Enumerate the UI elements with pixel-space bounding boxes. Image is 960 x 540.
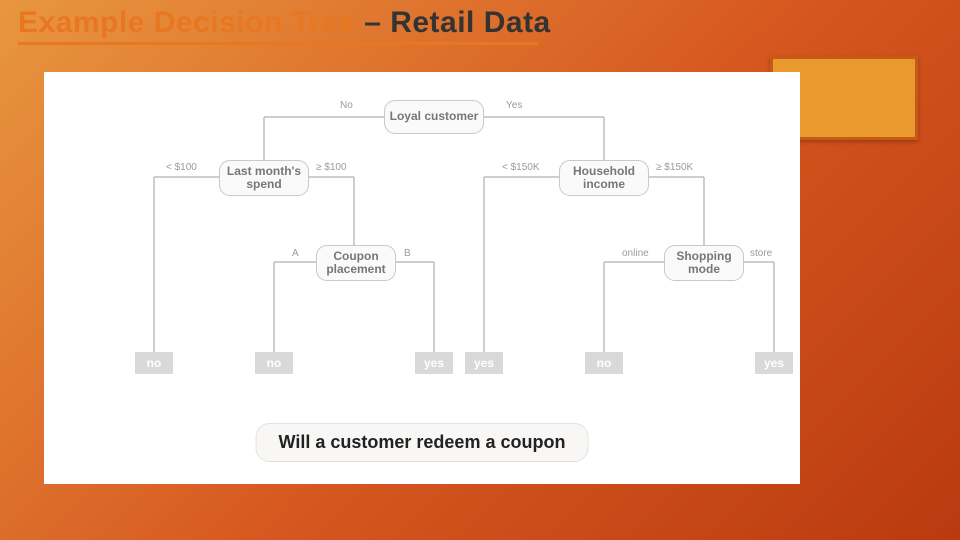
node-root: Loyal customer [384, 100, 484, 134]
node-income: Household income [559, 160, 649, 196]
leaf-income-yes: yes [465, 352, 503, 374]
leaf-coupon-a-no: no [255, 352, 293, 374]
edge-mode-store: store [750, 248, 772, 259]
leaf-coupon-b-yes: yes [415, 352, 453, 374]
leaf-mode-store-yes: yes [755, 352, 793, 374]
slide: Example Decision Tree – Retail Data [0, 0, 960, 540]
decision-tree: Loyal customer No Yes Last month's spend… [44, 72, 800, 484]
edge-root-no: No [340, 100, 353, 111]
title-sep: – [364, 6, 390, 39]
title-main: Example Decision Tree [18, 6, 364, 39]
edge-income-lt150k: < $150K [502, 162, 540, 173]
title-tail: Retail Data [390, 6, 551, 39]
diagram-caption: Will a customer redeem a coupon [256, 423, 589, 462]
leaf-mode-online-no: no [585, 352, 623, 374]
node-coupon: Coupon placement [316, 245, 396, 281]
leaf-spend-no: no [135, 352, 173, 374]
edge-mode-online: online [622, 248, 649, 259]
edge-root-yes: Yes [506, 100, 522, 111]
diagram-panel: Loyal customer No Yes Last month's spend… [44, 72, 800, 484]
edge-coupon-b: B [404, 248, 411, 259]
edge-coupon-a: A [292, 248, 299, 259]
slide-title: Example Decision Tree – Retail Data [18, 6, 551, 40]
edge-spend-ge100: ≥ $100 [316, 162, 347, 173]
title-rule [18, 42, 538, 45]
edge-income-ge150k: ≥ $150K [656, 162, 693, 173]
node-mode: Shopping mode [664, 245, 744, 281]
node-spend: Last month's spend [219, 160, 309, 196]
edge-spend-lt100: < $100 [166, 162, 197, 173]
title-block: Example Decision Tree – Retail Data [18, 6, 551, 45]
